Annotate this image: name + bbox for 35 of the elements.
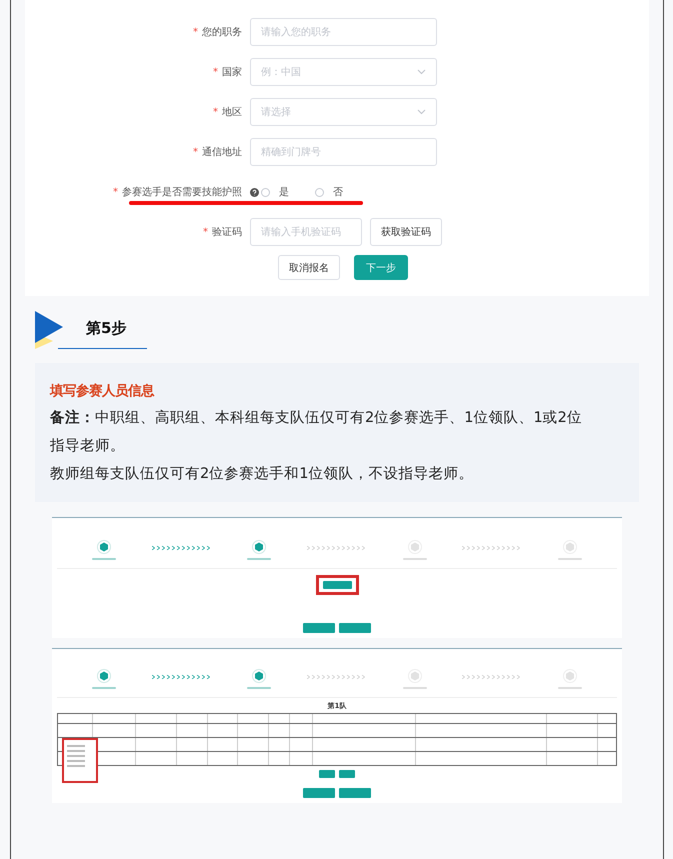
- field-label: * 通信地址: [192, 146, 243, 159]
- add-member-button[interactable]: [322, 581, 352, 589]
- save-button[interactable]: [339, 770, 355, 778]
- chevron-down-icon: [417, 109, 426, 115]
- field-label: * 验证码: [202, 226, 243, 239]
- next-button[interactable]: [339, 623, 371, 633]
- radio-option[interactable]: 否: [315, 185, 343, 199]
- next-button[interactable]: [339, 788, 371, 798]
- progress-chevrons-icon: [462, 546, 522, 550]
- text-field[interactable]: 请输入您的职务: [250, 18, 437, 46]
- field-label: * 参赛选手是否需要技能护照: [112, 186, 243, 199]
- notice-heading: 填写参赛人员信息: [50, 382, 156, 401]
- field-label: * 您的职务: [192, 26, 243, 39]
- chevron-down-icon: [417, 69, 426, 75]
- notice-text: 教师组每支队伍仅可有2位参赛选手和1位领队，不设指导老师。: [50, 464, 474, 484]
- field-label: * 国家: [212, 66, 243, 79]
- progress-chevrons-icon: [152, 546, 212, 550]
- add-row-button[interactable]: [319, 770, 335, 778]
- step-title: 第5步: [86, 319, 126, 338]
- notice-text: 备注：中职组、高职组、本科组每支队伍仅可有2位参赛选手、1位领队、1或2位指导老师。: [50, 408, 583, 456]
- help-icon[interactable]: [250, 188, 259, 196]
- radio-option[interactable]: 是: [261, 185, 289, 199]
- code-field[interactable]: 请输入手机验证码: [250, 218, 362, 246]
- progress-chevrons-icon: [306, 546, 367, 550]
- text-field[interactable]: 精确到门牌号: [250, 138, 437, 166]
- cancel-button[interactable]: 取消报名: [278, 255, 340, 280]
- step-flag-icon: [35, 311, 65, 349]
- progress-chevrons-icon: [152, 675, 212, 679]
- previous-button[interactable]: [303, 623, 335, 633]
- field-label: * 地区: [212, 106, 243, 119]
- previous-button[interactable]: [303, 788, 335, 798]
- get-code-button[interactable]: 获取验证码: [370, 218, 442, 246]
- role-dropdown-menu[interactable]: [62, 738, 98, 783]
- progress-chevrons-icon: [462, 675, 522, 679]
- progress-chevrons-icon: [306, 675, 367, 679]
